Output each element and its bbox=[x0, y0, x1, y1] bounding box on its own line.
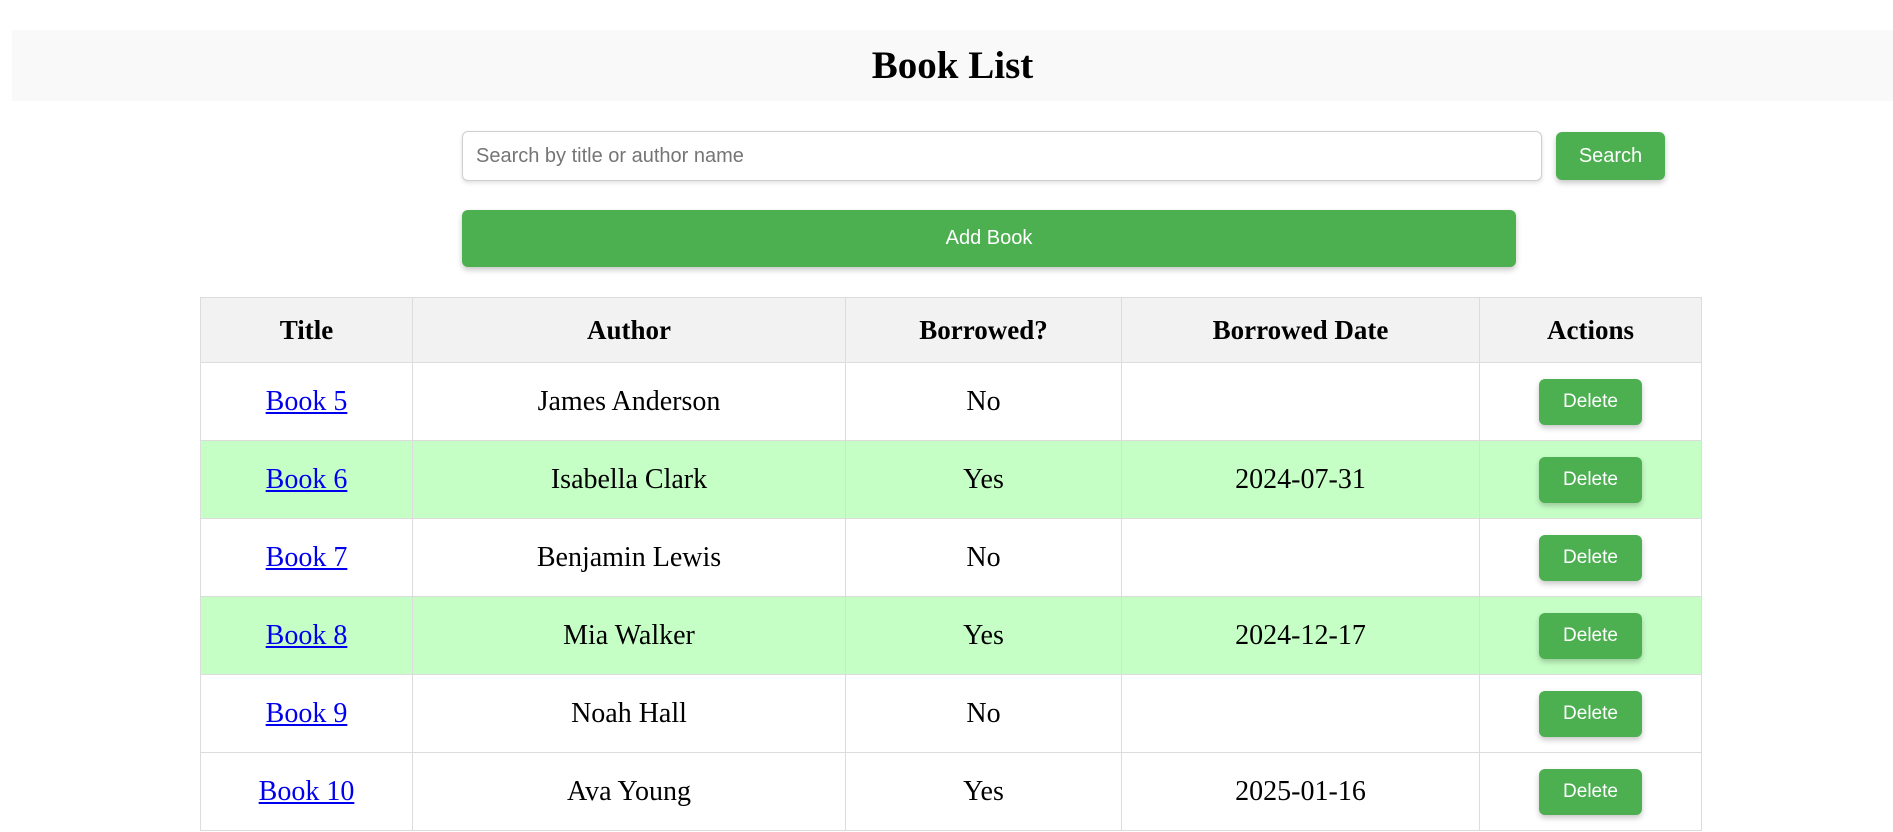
delete-button[interactable]: Delete bbox=[1539, 612, 1642, 659]
author-cell: James Anderson bbox=[412, 362, 846, 441]
table-header-row: Title Author Borrowed? Borrowed Date Act… bbox=[200, 297, 1702, 363]
title-cell: Book 6 bbox=[200, 440, 413, 519]
author-cell: Ava Young bbox=[412, 752, 846, 831]
borrowed-cell: Yes bbox=[845, 440, 1122, 519]
title-cell: Book 10 bbox=[200, 752, 413, 831]
book-title-link[interactable]: Book 8 bbox=[266, 620, 348, 651]
page-header: Book List bbox=[12, 30, 1893, 101]
title-cell: Book 8 bbox=[200, 596, 413, 675]
author-cell: Benjamin Lewis bbox=[412, 518, 846, 597]
title-cell: Book 5 bbox=[200, 362, 413, 441]
add-book-button[interactable]: Add Book bbox=[462, 210, 1516, 267]
author-cell: Mia Walker bbox=[412, 596, 846, 675]
title-cell: Book 7 bbox=[200, 518, 413, 597]
books-table: Title Author Borrowed? Borrowed Date Act… bbox=[200, 297, 1702, 831]
delete-button[interactable]: Delete bbox=[1539, 690, 1642, 737]
borrowed-date-cell: 2024-07-31 bbox=[1121, 440, 1480, 519]
actions-cell: Delete bbox=[1479, 674, 1702, 753]
book-title-link[interactable]: Book 9 bbox=[266, 698, 348, 729]
table-row: Book 5 James Anderson No Delete bbox=[200, 362, 1702, 441]
actions-cell: Delete bbox=[1479, 518, 1702, 597]
borrowed-date-cell: 2025-01-16 bbox=[1121, 752, 1480, 831]
borrowed-cell: No bbox=[845, 518, 1122, 597]
title-cell: Book 9 bbox=[200, 674, 413, 753]
column-header-author: Author bbox=[412, 297, 846, 363]
delete-button[interactable]: Delete bbox=[1539, 378, 1642, 425]
table-row: Book 9 Noah Hall No Delete bbox=[200, 674, 1702, 753]
borrowed-date-cell bbox=[1121, 674, 1480, 753]
table-row: Book 7 Benjamin Lewis No Delete bbox=[200, 518, 1702, 597]
table-row: Book 6 Isabella Clark Yes 2024-07-31 Del… bbox=[200, 440, 1702, 519]
borrowed-date-cell: 2024-12-17 bbox=[1121, 596, 1480, 675]
actions-cell: Delete bbox=[1479, 362, 1702, 441]
book-title-link[interactable]: Book 7 bbox=[266, 542, 348, 573]
borrowed-date-cell bbox=[1121, 518, 1480, 597]
table-row: Book 10 Ava Young Yes 2025-01-16 Delete bbox=[200, 752, 1702, 831]
author-cell: Isabella Clark bbox=[412, 440, 846, 519]
delete-button[interactable]: Delete bbox=[1539, 768, 1642, 815]
delete-button[interactable]: Delete bbox=[1539, 456, 1642, 503]
book-title-link[interactable]: Book 6 bbox=[266, 464, 348, 495]
column-header-borrowed-date: Borrowed Date bbox=[1121, 297, 1480, 363]
column-header-title: Title bbox=[200, 297, 413, 363]
borrowed-cell: Yes bbox=[845, 596, 1122, 675]
delete-button[interactable]: Delete bbox=[1539, 534, 1642, 581]
column-header-actions: Actions bbox=[1479, 297, 1702, 363]
borrowed-cell: No bbox=[845, 674, 1122, 753]
borrowed-date-cell bbox=[1121, 362, 1480, 441]
column-header-borrowed: Borrowed? bbox=[845, 297, 1122, 363]
search-input[interactable] bbox=[462, 131, 1542, 181]
table-row: Book 8 Mia Walker Yes 2024-12-17 Delete bbox=[200, 596, 1702, 675]
actions-cell: Delete bbox=[1479, 752, 1702, 831]
borrowed-cell: No bbox=[845, 362, 1122, 441]
author-cell: Noah Hall bbox=[412, 674, 846, 753]
book-title-link[interactable]: Book 10 bbox=[259, 776, 355, 807]
search-button[interactable]: Search bbox=[1556, 132, 1665, 180]
page-title: Book List bbox=[871, 44, 1034, 87]
actions-cell: Delete bbox=[1479, 596, 1702, 675]
book-title-link[interactable]: Book 5 bbox=[266, 386, 348, 417]
actions-cell: Delete bbox=[1479, 440, 1702, 519]
borrowed-cell: Yes bbox=[845, 752, 1122, 831]
